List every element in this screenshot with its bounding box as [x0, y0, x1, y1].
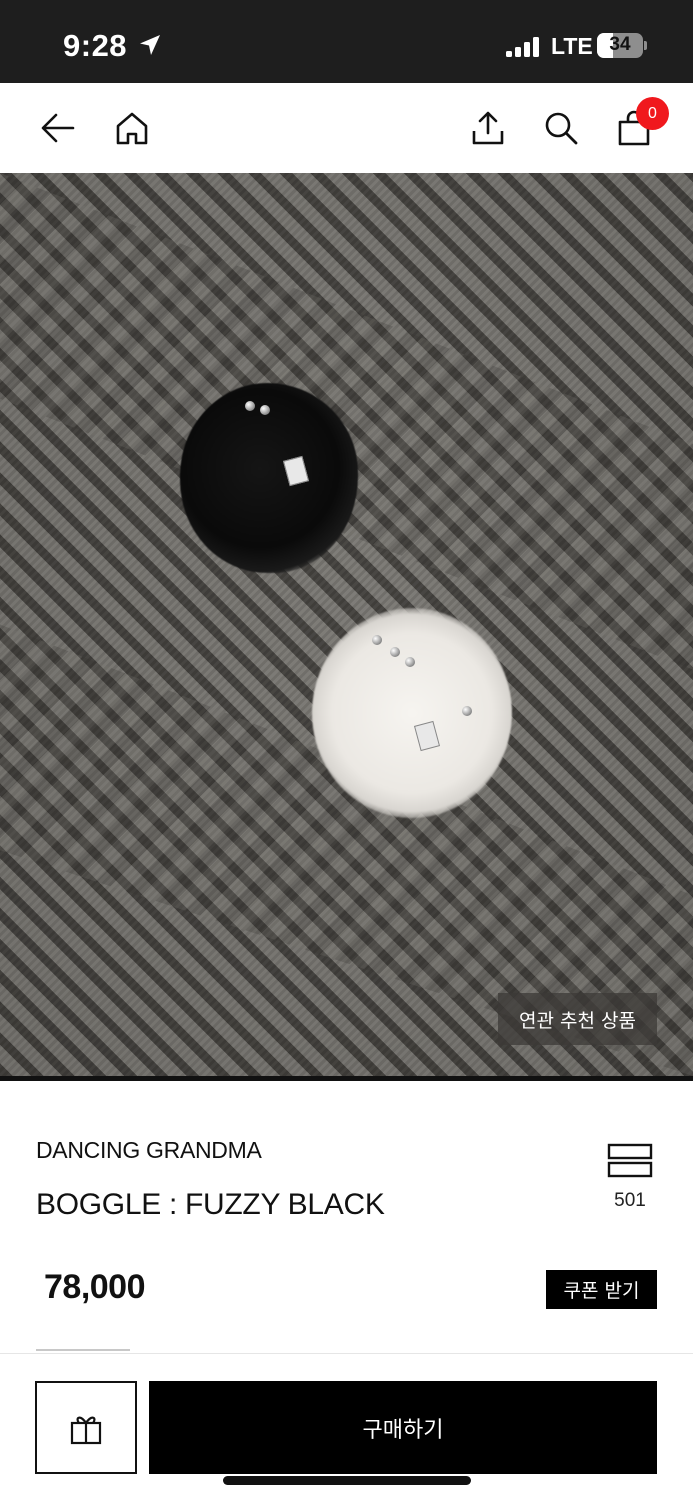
product-title: BOGGLE : FUZZY BLACK: [36, 1188, 385, 1221]
bead: [372, 635, 382, 645]
battery-icon: 34: [597, 33, 643, 58]
back-arrow-icon: [41, 113, 75, 143]
bead: [462, 706, 472, 716]
battery-level: 34: [609, 34, 631, 55]
bookmark-stack-icon: [607, 1143, 653, 1178]
top-nav-bar: [0, 83, 693, 173]
bead: [405, 657, 415, 667]
search-icon: [545, 112, 578, 145]
wishlist-button[interactable]: [607, 1143, 653, 1184]
network-label: LTE: [551, 33, 593, 59]
image-progress-line: [0, 1076, 693, 1081]
product-detail-screen: 9:28 LTE 34 0 연관 추천 상품 DANCING GRANDMA B…: [0, 0, 693, 1500]
white-fuzzy-charm: [312, 608, 512, 818]
divider: [0, 1353, 693, 1354]
gift-icon: [70, 1416, 102, 1444]
bead: [390, 647, 400, 657]
product-price: 78,000: [44, 1268, 146, 1306]
home-indicator[interactable]: [223, 1476, 471, 1485]
back-button[interactable]: [37, 107, 79, 149]
search-button[interactable]: [540, 107, 582, 149]
share-icon: [472, 111, 504, 145]
bead: [245, 401, 255, 411]
share-button[interactable]: [467, 107, 509, 149]
related-products-button[interactable]: 연관 추천 상품: [498, 993, 657, 1045]
home-icon: [116, 112, 148, 145]
status-bar: 9:28 LTE 34: [0, 0, 693, 83]
product-image[interactable]: 연관 추천 상품: [0, 173, 693, 1076]
brand-name[interactable]: DANCING GRANDMA: [36, 1137, 262, 1164]
status-time: 9:28: [63, 28, 128, 63]
wishlist-count: 501: [614, 1190, 646, 1211]
location-arrow-icon: [140, 35, 160, 55]
signal-bars-icon: [506, 37, 540, 57]
buy-button[interactable]: 구매하기: [149, 1381, 657, 1474]
section-tab-indicator: [36, 1349, 130, 1351]
bead: [260, 405, 270, 415]
cart-count-badge: 0: [636, 97, 669, 130]
home-button[interactable]: [111, 107, 153, 149]
gift-button[interactable]: [35, 1381, 137, 1474]
get-coupon-button[interactable]: 쿠폰 받기: [546, 1270, 657, 1309]
battery-tip: [644, 41, 647, 50]
